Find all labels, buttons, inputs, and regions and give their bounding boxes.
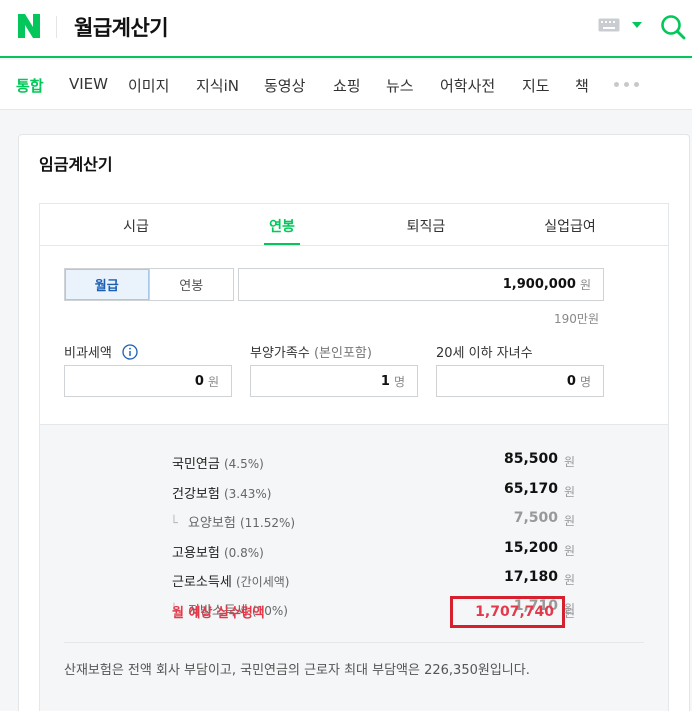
- annual-pay-button[interactable]: 연봉: [150, 269, 234, 300]
- naver-logo-icon[interactable]: [16, 12, 42, 40]
- sub-item-corner-icon: └: [170, 516, 178, 531]
- dependents-label-text: 부양가족수: [250, 346, 310, 361]
- card-title: 임금계산기: [39, 155, 113, 174]
- children-unit: 명: [579, 374, 591, 389]
- results-divider: [64, 642, 644, 643]
- dependents-unit: 명: [393, 374, 405, 389]
- children-label: 20세 이하 자녀수: [436, 342, 533, 361]
- deduction-row-label: 건강보험 (3.43%): [172, 483, 271, 502]
- net-pay-highlight: 1,707,740: [450, 596, 565, 628]
- tab-images[interactable]: 이미지: [128, 75, 169, 96]
- deduction-rate: (간이세액): [235, 575, 290, 589]
- info-icon[interactable]: [122, 344, 138, 360]
- deduction-name: 건강보험: [172, 487, 220, 502]
- pay-type-toggle: 월급 연봉: [64, 268, 234, 301]
- tab-view[interactable]: VIEW: [69, 75, 108, 93]
- non-taxable-unit: 원: [207, 374, 219, 389]
- search-category-tabs: 통합 VIEW 이미지 지식iN 동영상 쇼핑 뉴스 어학사전 지도 책: [0, 60, 692, 110]
- search-query-text[interactable]: 월급계산기: [74, 12, 169, 42]
- deduction-value: 65,170: [503, 481, 558, 497]
- deduction-row-label: 국민연금 (4.5%): [172, 453, 264, 472]
- deduction-rate: (0.8%): [223, 546, 264, 560]
- insurance-footnote: 산재보험은 전액 회사 부담이고, 국민연금의 근로자 최대 부담액은 226,…: [64, 663, 530, 678]
- more-tabs-icon[interactable]: [614, 82, 639, 87]
- dependents-input[interactable]: 1 명: [250, 365, 418, 397]
- children-input[interactable]: 0 명: [436, 365, 604, 397]
- deduction-row-label: 근로소득세 (간이세액): [172, 571, 289, 590]
- dependents-label: 부양가족수 (본인포함): [250, 342, 372, 361]
- header-divider: [56, 16, 57, 38]
- deduction-unit: 원: [564, 573, 576, 587]
- tab-shopping[interactable]: 쇼핑: [333, 75, 361, 96]
- salary-amount-input[interactable]: 1,900,000 원: [238, 268, 604, 301]
- non-taxable-value: 0: [194, 373, 204, 389]
- deduction-unit: 원: [564, 544, 576, 558]
- tab-dictionary[interactable]: 어학사전: [440, 75, 495, 96]
- tab-severance[interactable]: 퇴직금: [376, 216, 476, 236]
- deduction-unit: 원: [564, 455, 576, 469]
- tab-map[interactable]: 지도: [522, 75, 550, 96]
- deduction-value: 17,180: [503, 569, 558, 585]
- salary-amount-value: 1,900,000: [502, 277, 576, 292]
- tab-news[interactable]: 뉴스: [386, 75, 414, 96]
- deduction-name: 고용보험: [172, 546, 220, 561]
- net-pay-label: 월 예상 실수령액: [172, 606, 265, 621]
- keyboard-icon[interactable]: [598, 18, 620, 32]
- calculator-tabs: 시급 연봉 퇴직금 실업급여: [40, 204, 668, 246]
- active-tab-indicator: [264, 243, 300, 245]
- dependents-label-sub: (본인포함): [313, 346, 372, 361]
- non-taxable-input[interactable]: 0 원: [64, 365, 232, 397]
- deduction-name: 근로소득세: [172, 575, 232, 590]
- non-taxable-label-text: 비과세액: [64, 346, 112, 361]
- tab-integrated[interactable]: 통합: [16, 75, 44, 96]
- deduction-name: 요양보험: [187, 516, 236, 531]
- salary-amount-hint: 190만원: [554, 312, 599, 326]
- deduction-value: 7,500: [513, 510, 558, 526]
- deduction-row-label: └ 요양보험 (11.52%): [170, 512, 295, 531]
- deduction-rate: (11.52%): [239, 516, 296, 530]
- chevron-down-icon[interactable]: [632, 22, 642, 28]
- net-pay-unit: 원: [564, 606, 576, 620]
- deduction-row-label: 고용보험 (0.8%): [172, 542, 264, 561]
- deduction-unit: 원: [564, 514, 576, 528]
- non-taxable-label: 비과세액: [64, 342, 138, 361]
- deduction-unit: 원: [564, 485, 576, 499]
- children-value: 0: [566, 373, 576, 389]
- tab-videos[interactable]: 동영상: [264, 75, 305, 96]
- deduction-name: 국민연금: [172, 457, 220, 472]
- children-label-text: 20세 이하 자녀수: [436, 346, 533, 361]
- tab-unemployment[interactable]: 실업급여: [520, 216, 620, 236]
- search-header: 월급계산기: [0, 0, 692, 58]
- deduction-value: 15,200: [503, 540, 558, 556]
- search-icon[interactable]: [660, 14, 686, 40]
- wage-calculator-card: 임금계산기 시급 연봉 퇴직금 실업급여 월급 연봉 1,900,000 원 1…: [18, 134, 690, 711]
- tab-annual-salary[interactable]: 연봉: [232, 216, 332, 236]
- monthly-pay-button[interactable]: 월급: [65, 269, 150, 300]
- deduction-rate: (3.43%): [223, 487, 272, 501]
- tab-hourly[interactable]: 시급: [86, 216, 186, 236]
- tab-knowledge-in[interactable]: 지식iN: [196, 75, 239, 96]
- salary-amount-unit: 원: [579, 278, 591, 292]
- deduction-rate: (4.5%): [223, 457, 264, 471]
- dependents-value: 1: [380, 373, 390, 389]
- deduction-value: 85,500: [503, 451, 558, 467]
- tab-books[interactable]: 책: [575, 75, 589, 96]
- calculator-panel: 시급 연봉 퇴직금 실업급여 월급 연봉 1,900,000 원 190만원 비…: [39, 203, 669, 711]
- net-pay-value: 1,707,740: [475, 604, 554, 620]
